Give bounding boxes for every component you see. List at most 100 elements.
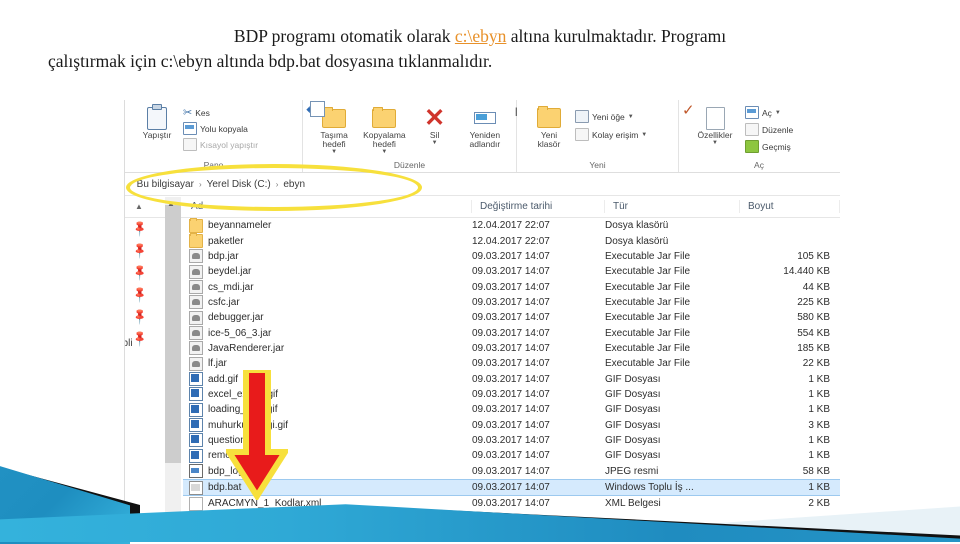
file-name-cell[interactable]: lf.jar bbox=[183, 356, 472, 371]
rename-button[interactable]: I Yeniden adlandır bbox=[460, 103, 518, 149]
file-name-cell[interactable]: bdp.jar bbox=[183, 249, 472, 264]
breadcrumb-item-ebyn[interactable]: ebyn bbox=[278, 179, 310, 190]
open-button[interactable]: Aç ▼ bbox=[745, 105, 793, 120]
copy-path-button[interactable]: Yolu kopyala bbox=[183, 121, 258, 136]
address-bar[interactable]: › Bu bilgisayar › Yerel Disk (C:) › ebyn bbox=[125, 173, 840, 196]
breadcrumb-item-computer[interactable]: Bu bilgisayar bbox=[132, 179, 199, 190]
file-size-cell: 3 KB bbox=[808, 419, 830, 431]
file-name-cell[interactable]: debugger.jar bbox=[183, 310, 472, 325]
nav-pane-truncated-label[interactable]: ebli bbox=[125, 338, 133, 349]
rename-icon: I bbox=[473, 105, 518, 131]
file-type-cell: Executable Jar File bbox=[605, 358, 691, 370]
navigation-pane: 📌 📌 📌 📌 📌 📌 ebli ▲ bbox=[125, 197, 183, 520]
table-row[interactable]: beyannameler 12.04.2017 22:07 Dosya klasör… bbox=[183, 217, 840, 233]
vertical-scrollbar-track[interactable] bbox=[165, 197, 181, 519]
open-icon bbox=[745, 106, 759, 119]
delete-button[interactable]: ✕ Sil ▼ bbox=[410, 103, 460, 147]
properties-button[interactable]: ✓ Özellikler ▼ bbox=[682, 102, 745, 147]
table-row[interactable]: bdp.jar 09.03.2017 14:07 Executable Jar Fi… bbox=[183, 249, 840, 264]
copy-path-button-label: Yolu kopyala bbox=[200, 123, 248, 134]
file-date-cell: 09.03.2017 14:07 bbox=[472, 465, 550, 477]
table-row[interactable]: ice-5_06_3.jar 09.03.2017 14:07 Executable… bbox=[183, 325, 840, 341]
ribbon-group-ac: ✓ Özellikler ▼ Aç ▼ Düzenle Geçmiş Aç bbox=[679, 100, 839, 172]
file-size-cell: 185 KB bbox=[797, 342, 830, 354]
easy-access-button-label: Kolay erişim bbox=[592, 129, 639, 140]
file-size-cell: 58 KB bbox=[802, 465, 830, 477]
bat-icon bbox=[189, 480, 203, 495]
file-name-cell[interactable]: beyannameler bbox=[183, 217, 472, 233]
file-name-label: ice-5_06_3.jar bbox=[208, 327, 272, 339]
file-date-cell: 09.03.2017 14:07 bbox=[472, 296, 550, 308]
file-date-cell: 09.03.2017 14:07 bbox=[472, 281, 550, 293]
file-type-cell: GIF Dosyası bbox=[605, 388, 661, 400]
file-date-cell: 09.03.2017 14:07 bbox=[472, 419, 550, 431]
file-date-cell: 09.03.2017 14:07 bbox=[472, 266, 550, 278]
chevron-down-icon[interactable]: ▼ bbox=[641, 132, 647, 138]
scroll-up-icon[interactable]: ▲ bbox=[167, 199, 175, 208]
vertical-scrollbar-thumb[interactable] bbox=[165, 205, 181, 463]
column-header-name[interactable]: Ad bbox=[183, 200, 472, 213]
history-button[interactable]: Geçmiş bbox=[745, 139, 793, 154]
caption-text-part2: altına kurulmaktadır. Programı bbox=[506, 26, 727, 46]
column-header-size[interactable]: Boyut bbox=[740, 200, 840, 213]
chevron-down-icon[interactable]: ▼ bbox=[331, 149, 337, 155]
pin-icon[interactable]: 📌 bbox=[130, 307, 149, 326]
file-size-cell: 1 KB bbox=[808, 450, 830, 462]
file-date-cell: 09.03.2017 14:07 bbox=[472, 498, 550, 510]
sort-ascending-icon: ▲ bbox=[135, 202, 143, 211]
file-date-cell: 09.03.2017 14:07 bbox=[472, 388, 550, 400]
file-name-label: beyannameler bbox=[208, 220, 272, 232]
history-button-label: Geçmiş bbox=[762, 141, 791, 152]
file-date-cell: 09.03.2017 14:07 bbox=[472, 250, 550, 262]
edit-button[interactable]: Düzenle bbox=[745, 122, 793, 137]
file-name-cell[interactable]: beydel.jar bbox=[183, 264, 472, 279]
pin-icon[interactable]: 📌 bbox=[130, 263, 149, 282]
delete-icon: ✕ bbox=[424, 104, 446, 132]
chevron-down-icon[interactable]: ▼ bbox=[628, 114, 634, 120]
file-type-cell: GIF Dosyası bbox=[605, 373, 661, 385]
copy-to-button[interactable]: Kopyalama hedefi ▼ bbox=[310, 101, 409, 156]
column-header-date[interactable]: Değiştirme tarihi bbox=[472, 200, 605, 213]
table-row[interactable]: cs_mdi.jar 09.03.2017 14:07 Executable Jar… bbox=[183, 279, 840, 295]
folder-icon bbox=[189, 217, 203, 233]
file-date-cell: 09.03.2017 14:07 bbox=[472, 450, 550, 462]
file-size-cell: 44 KB bbox=[802, 281, 830, 293]
table-row[interactable]: JavaRenderer.jar 09.03.2017 14:07 Executab… bbox=[183, 341, 840, 356]
column-header-type[interactable]: Tür bbox=[605, 200, 740, 213]
gif-icon bbox=[189, 448, 203, 463]
new-item-button[interactable]: Yeni öğe ▼ bbox=[575, 109, 647, 124]
properties-button-label: Özellikler bbox=[697, 130, 733, 140]
new-folder-icon bbox=[537, 105, 561, 131]
pin-icon[interactable]: 📌 bbox=[130, 219, 149, 238]
table-row[interactable]: paketler 12.04.2017 22:07 Dosya klasörü bbox=[183, 233, 840, 249]
gif-icon bbox=[189, 433, 203, 448]
table-row[interactable]: beydel.jar 09.03.2017 14:07 Executable Jar… bbox=[183, 264, 840, 279]
chevron-down-icon[interactable]: ▼ bbox=[775, 110, 781, 116]
gif-icon bbox=[189, 402, 203, 417]
cut-button[interactable]: ✂ Kes bbox=[183, 105, 258, 120]
new-folder-button[interactable]: Yeni klasör bbox=[523, 103, 575, 149]
file-size-cell: 1 KB bbox=[808, 482, 830, 494]
file-name-cell[interactable]: cs_mdi.jar bbox=[183, 280, 472, 295]
file-name-cell[interactable]: csfc.jar bbox=[183, 295, 472, 310]
breadcrumb-item-local-disk[interactable]: Yerel Disk (C:) bbox=[202, 179, 276, 190]
scissors-icon: ✂ bbox=[183, 107, 193, 119]
chevron-down-icon[interactable]: ▼ bbox=[432, 140, 438, 146]
paste-shortcut-button[interactable]: Kısayol yapıştır bbox=[183, 137, 258, 152]
pin-icon[interactable]: 📌 bbox=[130, 329, 149, 348]
copy-to-button-label: Kopyalama hedefi bbox=[363, 130, 406, 150]
jar-icon bbox=[189, 341, 203, 356]
chevron-down-icon[interactable]: ▼ bbox=[381, 149, 387, 155]
file-name-cell[interactable]: paketler bbox=[183, 233, 472, 249]
file-type-cell: GIF Dosyası bbox=[605, 404, 661, 416]
file-date-cell: 12.04.2017 22:07 bbox=[472, 220, 550, 232]
chevron-down-icon[interactable]: ▼ bbox=[712, 140, 718, 146]
easy-access-button[interactable]: Kolay erişim ▼ bbox=[575, 127, 647, 142]
paste-button[interactable]: Yapıştır bbox=[131, 103, 183, 140]
table-row[interactable]: csfc.jar 09.03.2017 14:07 Executable Jar F… bbox=[183, 295, 840, 310]
pin-icon[interactable]: 📌 bbox=[130, 241, 149, 260]
table-row[interactable]: debugger.jar 09.03.2017 14:07 Executable J… bbox=[183, 310, 840, 325]
pin-icon[interactable]: 📌 bbox=[130, 285, 149, 304]
file-name-cell[interactable]: JavaRenderer.jar bbox=[183, 341, 472, 356]
file-name-cell[interactable]: ice-5_06_3.jar bbox=[183, 326, 472, 341]
